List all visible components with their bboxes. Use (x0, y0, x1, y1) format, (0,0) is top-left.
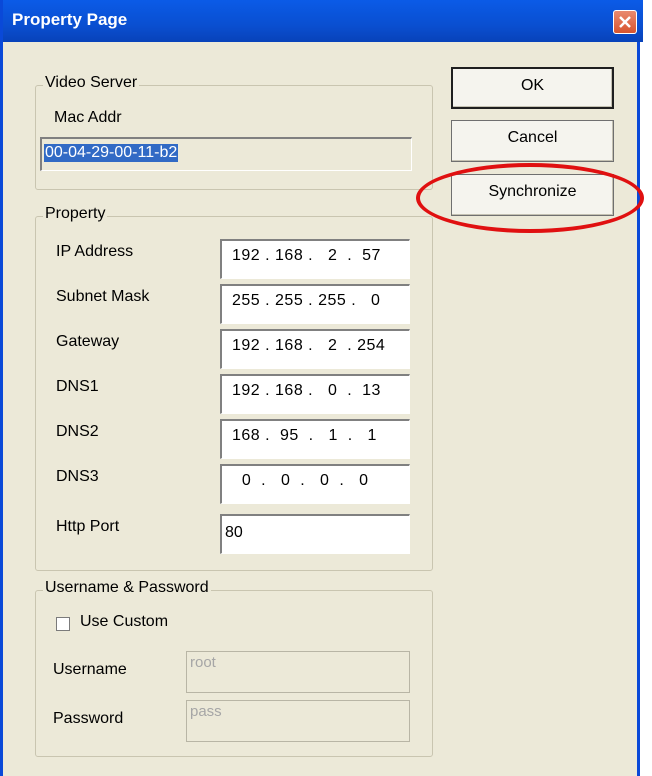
dns3-field[interactable]: 0 . 0 . 0 . 0 (220, 464, 410, 504)
close-icon (619, 16, 631, 28)
http-port-field[interactable]: 80 (220, 514, 410, 554)
dns2-value: 168 . 95 . 1 . 1 (232, 427, 377, 444)
username-label: Username (53, 661, 127, 678)
dns1-value: 192 . 168 . 0 . 13 (232, 382, 381, 399)
close-button[interactable] (613, 10, 637, 34)
ip-address-value: 192 . 168 . 2 . 57 (232, 247, 381, 264)
ok-button[interactable]: OK (451, 67, 614, 109)
mac-addr-label: Mac Addr (54, 109, 122, 126)
gateway-value: 192 . 168 . 2 . 254 (232, 337, 386, 354)
mac-addr-field[interactable]: 00-04-29-00-11-b2 (40, 137, 412, 171)
property-page-dialog: Property Page Video Server Mac Addr 00-0… (0, 0, 643, 776)
video-server-group-label: Video Server (43, 74, 140, 92)
dns2-label: DNS2 (56, 423, 99, 440)
mac-addr-value: 00-04-29-00-11-b2 (44, 144, 179, 162)
credentials-group-label: Username & Password (43, 579, 211, 597)
ip-address-label: IP Address (56, 243, 134, 260)
dns1-label: DNS1 (56, 378, 99, 395)
username-field[interactable]: root (186, 651, 410, 693)
property-group-label: Property (43, 205, 108, 223)
window-title: Property Page (12, 10, 128, 29)
ip-address-field[interactable]: 192 . 168 . 2 . 57 (220, 239, 410, 279)
subnet-mask-value: 255 . 255 . 255 . 0 (232, 292, 381, 309)
username-value: root (190, 654, 216, 671)
gateway-field[interactable]: 192 . 168 . 2 . 254 (220, 329, 410, 369)
cancel-button-label: Cancel (507, 129, 558, 146)
ok-button-label: OK (520, 77, 545, 94)
gateway-label: Gateway (56, 333, 120, 350)
dns2-field[interactable]: 168 . 95 . 1 . 1 (220, 419, 410, 459)
dns3-value: 0 . 0 . 0 . 0 (232, 472, 369, 489)
highlight-circle-annotation (416, 163, 644, 233)
http-port-label: Http Port (56, 518, 120, 535)
dns3-label: DNS3 (56, 468, 99, 485)
use-custom-checkbox[interactable] (56, 617, 70, 631)
subnet-mask-field[interactable]: 255 . 255 . 255 . 0 (220, 284, 410, 324)
password-value: pass (190, 703, 222, 720)
cancel-button[interactable]: Cancel (451, 120, 614, 162)
title-bar[interactable]: Property Page (3, 0, 643, 42)
password-field[interactable]: pass (186, 700, 410, 742)
http-port-value: 80 (225, 524, 243, 541)
dns1-field[interactable]: 192 . 168 . 0 . 13 (220, 374, 410, 414)
subnet-mask-label: Subnet Mask (56, 288, 150, 305)
password-label: Password (53, 710, 124, 727)
use-custom-label[interactable]: Use Custom (80, 613, 168, 631)
